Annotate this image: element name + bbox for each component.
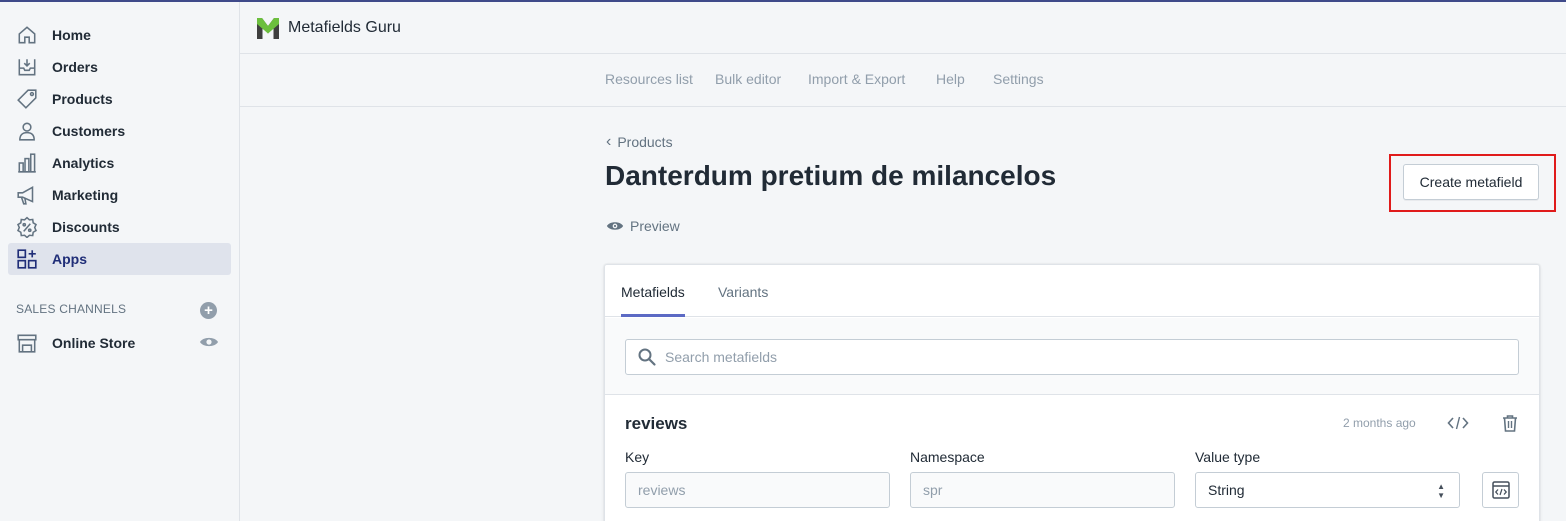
code-icon[interactable] <box>1447 413 1469 433</box>
sidebar-item-apps[interactable]: Apps <box>8 243 231 275</box>
create-metafield-button[interactable]: Create metafield <box>1403 164 1539 200</box>
sidebar-item-analytics[interactable]: Analytics <box>8 147 231 179</box>
bar-chart-icon <box>15 151 39 175</box>
sidebar-item-label: Home <box>52 27 91 43</box>
sidebar-item-label: Marketing <box>52 187 119 203</box>
key-field[interactable] <box>625 472 890 508</box>
nav-resources-list[interactable]: Resources list <box>605 71 693 87</box>
sidebar: Home Orders Products Customers Analytics… <box>0 2 240 521</box>
code-editor-button[interactable] <box>1482 472 1519 508</box>
preview-link[interactable]: Preview <box>606 217 680 235</box>
store-icon <box>15 331 39 355</box>
nav-settings[interactable]: Settings <box>993 71 1044 87</box>
tabs: Metafields Variants <box>605 265 1539 317</box>
metafield-updated-time: 2 months ago <box>1343 416 1416 430</box>
tab-metafields[interactable]: Metafields <box>621 284 685 300</box>
sidebar-item-label: Orders <box>52 59 98 75</box>
search-section <box>605 318 1539 395</box>
preview-label: Preview <box>630 218 680 234</box>
app-name: Metafields Guru <box>288 18 401 36</box>
namespace-field[interactable] <box>910 472 1175 508</box>
user-icon <box>15 119 39 143</box>
metafields-guru-logo-icon <box>257 17 279 39</box>
search-input[interactable] <box>665 349 1485 365</box>
sidebar-item-label: Customers <box>52 123 126 139</box>
namespace-label: Namespace <box>910 449 985 465</box>
tab-variants[interactable]: Variants <box>718 284 768 300</box>
sidebar-item-orders[interactable]: Orders <box>8 51 231 83</box>
value-type-select[interactable]: String ▲ ▼ <box>1195 472 1460 508</box>
app-nav: Resources list Bulk editor Import & Expo… <box>240 54 1566 107</box>
sidebar-item-marketing[interactable]: Marketing <box>8 179 231 211</box>
view-online-store-icon[interactable] <box>199 335 219 351</box>
nav-bulk-editor[interactable]: Bulk editor <box>715 71 781 87</box>
tag-icon <box>15 87 39 111</box>
trash-icon[interactable] <box>1500 413 1520 433</box>
app-header: Metafields Guru <box>240 2 1566 54</box>
search-icon <box>638 348 656 366</box>
chevron-left-icon: ‹ <box>606 133 612 150</box>
sidebar-item-discounts[interactable]: Discounts <box>8 211 231 243</box>
value-type-label: Value type <box>1195 449 1261 465</box>
sidebar-item-label: Online Store <box>52 335 136 351</box>
discount-icon <box>15 215 39 239</box>
breadcrumb-label: Products <box>617 134 673 150</box>
nav-help[interactable]: Help <box>936 71 965 87</box>
value-type-selected: String <box>1208 482 1245 498</box>
sidebar-item-online-store[interactable]: Online Store <box>8 327 231 359</box>
sidebar-item-home[interactable]: Home <box>8 19 231 51</box>
eye-icon <box>606 222 624 230</box>
select-arrows-icon: ▲ ▼ <box>1437 482 1445 500</box>
code-editor-icon <box>1491 481 1510 499</box>
sidebar-item-label: Discounts <box>52 219 120 235</box>
active-tab-indicator <box>621 314 685 317</box>
sidebar-item-label: Apps <box>52 251 87 267</box>
apps-icon <box>15 247 39 271</box>
orders-icon <box>15 55 39 79</box>
breadcrumb[interactable]: ‹ Products <box>606 133 673 151</box>
key-label: Key <box>625 449 650 465</box>
add-sales-channel-button[interactable]: + <box>200 302 217 319</box>
sidebar-item-products[interactable]: Products <box>8 83 231 115</box>
sales-channels-heading: SALES CHANNELS <box>16 302 127 316</box>
home-icon <box>15 23 39 47</box>
search-box[interactable] <box>625 339 1519 375</box>
megaphone-icon <box>15 183 39 207</box>
nav-import-export[interactable]: Import & Export <box>808 71 905 87</box>
sidebar-item-label: Products <box>52 91 113 107</box>
metafield-name: reviews <box>625 414 688 433</box>
metafields-card: Metafields Variants reviews 2 months ago… <box>604 264 1540 521</box>
sidebar-item-label: Analytics <box>52 155 115 171</box>
page-title: Danterdum pretium de milancelos <box>605 160 1057 191</box>
sidebar-item-customers[interactable]: Customers <box>8 115 231 147</box>
